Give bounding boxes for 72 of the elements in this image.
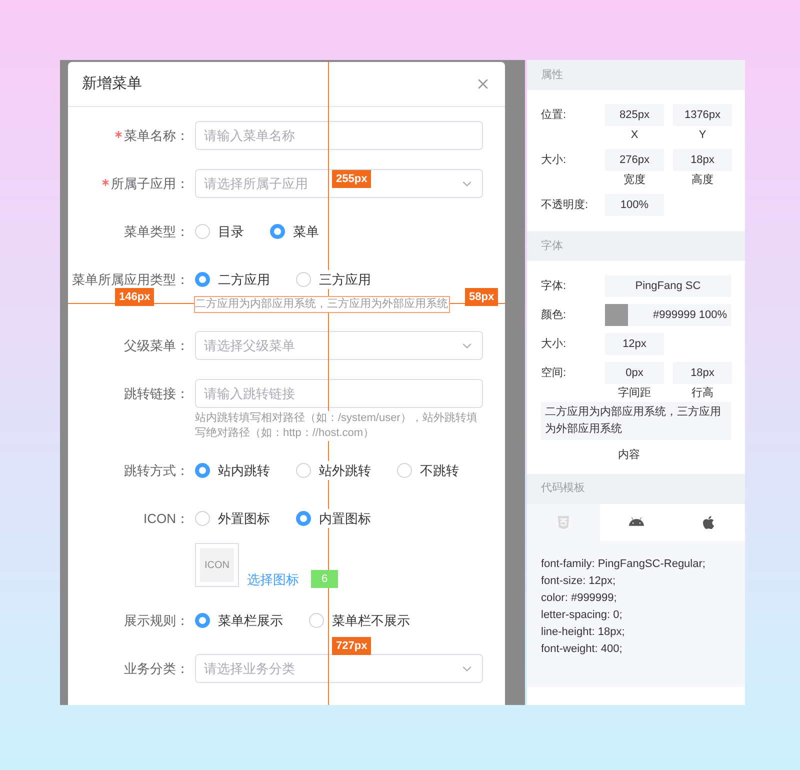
property-label: 空间: — [541, 366, 568, 381]
property-value: 100% — [605, 194, 664, 216]
section-title: 属性 — [541, 68, 563, 83]
property-caption: 字间距 — [618, 386, 651, 401]
measure-label: 727px — [332, 637, 372, 655]
property-label: 大小: — [541, 153, 568, 168]
section-title: 代码模板 — [541, 481, 585, 496]
radio-label[interactable]: 三方应用 — [319, 270, 371, 290]
code-line: font-weight: 400; — [541, 642, 624, 656]
field-label: 菜单名称： — [124, 126, 189, 145]
property-label: 位置: — [541, 108, 568, 123]
measure-label: 58px — [465, 288, 498, 306]
field-label: ICON： — [144, 510, 189, 528]
field-label: 父级菜单： — [124, 336, 189, 355]
code-line: line-height: 18px; — [541, 624, 626, 640]
field-label: 跳转方式： — [124, 462, 189, 480]
property-caption: 宽度 — [624, 172, 646, 188]
content-value: 二方应用为内部应用系统，三方应用为外部应用系统 — [541, 402, 731, 440]
text-field[interactable]: 请输入菜单名称 — [195, 121, 483, 150]
radio-button[interactable] — [296, 463, 311, 478]
radio-button[interactable] — [195, 272, 210, 287]
color-swatch — [605, 304, 628, 326]
property-caption: Y — [698, 128, 706, 143]
property-value: 18px — [673, 149, 732, 171]
field-label: 展示规则： — [124, 612, 189, 630]
property-label: 不透明度: — [541, 198, 590, 213]
css-icon — [556, 514, 571, 530]
radio-button[interactable] — [296, 272, 311, 287]
code-line: letter-spacing: 0; — [541, 608, 624, 622]
code-line: font-size: 12px; — [541, 574, 617, 588]
property-label: 颜色: — [541, 308, 568, 323]
radio-label[interactable]: 站外跳转 — [319, 460, 371, 480]
radio-button[interactable] — [309, 613, 324, 628]
property-value: 276px — [605, 149, 664, 171]
property-value: 1376px — [673, 104, 732, 126]
field-label: 菜单类型： — [124, 222, 189, 241]
code-line: color: #999999; — [541, 590, 618, 606]
text-field[interactable]: 请输入跳转链接 — [195, 379, 483, 408]
radio-button[interactable] — [195, 613, 210, 628]
measure-label: 146px — [115, 288, 154, 306]
property-label: 字体: — [541, 278, 568, 294]
spacing-badge: 6 — [311, 570, 338, 588]
icon-placeholder-text: ICON — [204, 558, 230, 572]
property-value: 18px — [673, 362, 732, 384]
property-caption: 内容 — [617, 448, 641, 463]
property-caption: X — [630, 128, 638, 143]
radio-button[interactable] — [195, 463, 210, 478]
radio-label[interactable]: 内置图标 — [319, 508, 371, 528]
radio-button[interactable] — [195, 224, 210, 239]
hint-text: 二方应用为内部应用系统，三方应用为外部应用系统 — [195, 297, 449, 312]
property-label: 大小: — [541, 337, 568, 352]
radio-button[interactable] — [397, 463, 412, 478]
color-value: #999999 100% — [605, 304, 731, 326]
property-value: PingFang SC — [605, 275, 731, 297]
property-value: 12px — [605, 333, 664, 355]
property-caption: 行高 — [692, 386, 714, 401]
field-label: 业务分类： — [124, 660, 189, 678]
radio-button[interactable] — [296, 511, 311, 526]
dialog-title: 新增菜单 — [82, 74, 142, 94]
property-value: 825px — [605, 104, 664, 126]
field-label: 所属子应用： — [111, 174, 189, 193]
apple-icon — [701, 514, 716, 530]
property-caption: 高度 — [692, 172, 714, 188]
measure-label: 255px — [332, 170, 372, 188]
radio-button[interactable] — [195, 511, 210, 526]
code-line: font-family: PingFangSC-Regular; — [541, 556, 706, 572]
field-label: 跳转链接： — [124, 384, 189, 403]
field-label: 菜单所属应用类型： — [72, 270, 189, 289]
property-value: 0px — [605, 362, 664, 384]
radio-button[interactable] — [270, 224, 285, 239]
code-tab[interactable] — [600, 504, 672, 540]
section-title: 字体 — [541, 238, 563, 254]
